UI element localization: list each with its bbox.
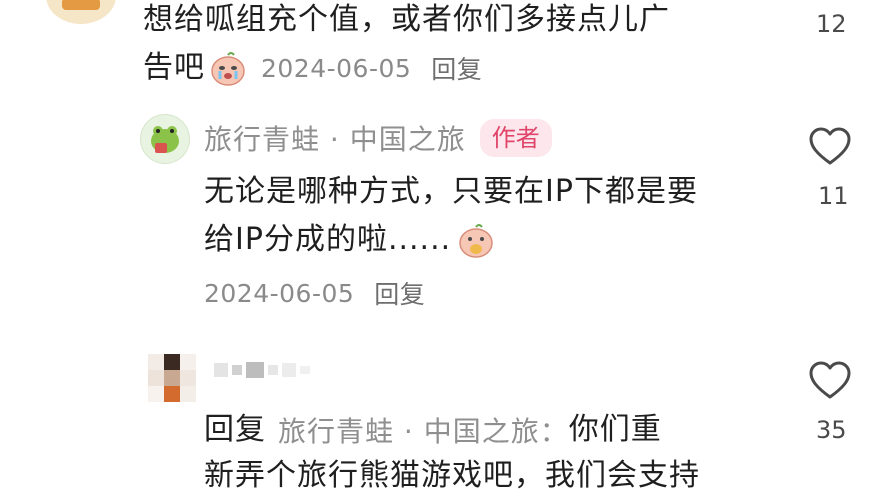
reply-text-line2: 新弄个旅行熊猫游戏吧，我们会支持 (204, 458, 700, 493)
comment-text-line1: 想给呱组充个值，或者你们多接点儿广 (143, 2, 670, 37)
avatar[interactable] (46, 0, 116, 24)
crying-bun-emoji-icon (209, 49, 247, 87)
comment-text-line2: 告吧 (143, 50, 205, 85)
reply-text-line1: 无论是哪种方式，只要在IP下都是要 (204, 174, 698, 209)
reply-to-author[interactable]: 旅行青蛙 · 中国之旅： (278, 410, 569, 450)
reply-text-line1: 你们重 (568, 412, 662, 447)
reply-prefix: 回复 (204, 412, 266, 447)
like-button[interactable] (808, 126, 852, 170)
like-count: 11 (818, 182, 849, 210)
like-count: 35 (816, 416, 847, 444)
reply-button[interactable]: 回复 (431, 50, 482, 86)
like-count: 12 (816, 10, 847, 38)
avatar[interactable] (140, 114, 190, 164)
reply-button[interactable]: 回复 (374, 275, 425, 311)
comment-date: 2024-06-05 (261, 53, 412, 83)
heart-icon (809, 361, 851, 399)
heart-icon (809, 127, 851, 165)
like-button[interactable] (808, 360, 852, 404)
author-badge: 作者 (479, 119, 552, 157)
blurred-username[interactable] (214, 358, 324, 382)
author-name[interactable]: 旅行青蛙 · 中国之旅 (204, 118, 466, 158)
avatar[interactable] (148, 354, 196, 402)
reply-text-line2: 给IP分成的啦...... (204, 222, 452, 257)
eating-bun-emoji-icon (457, 221, 495, 259)
reply-date: 2024-06-05 (204, 278, 355, 308)
